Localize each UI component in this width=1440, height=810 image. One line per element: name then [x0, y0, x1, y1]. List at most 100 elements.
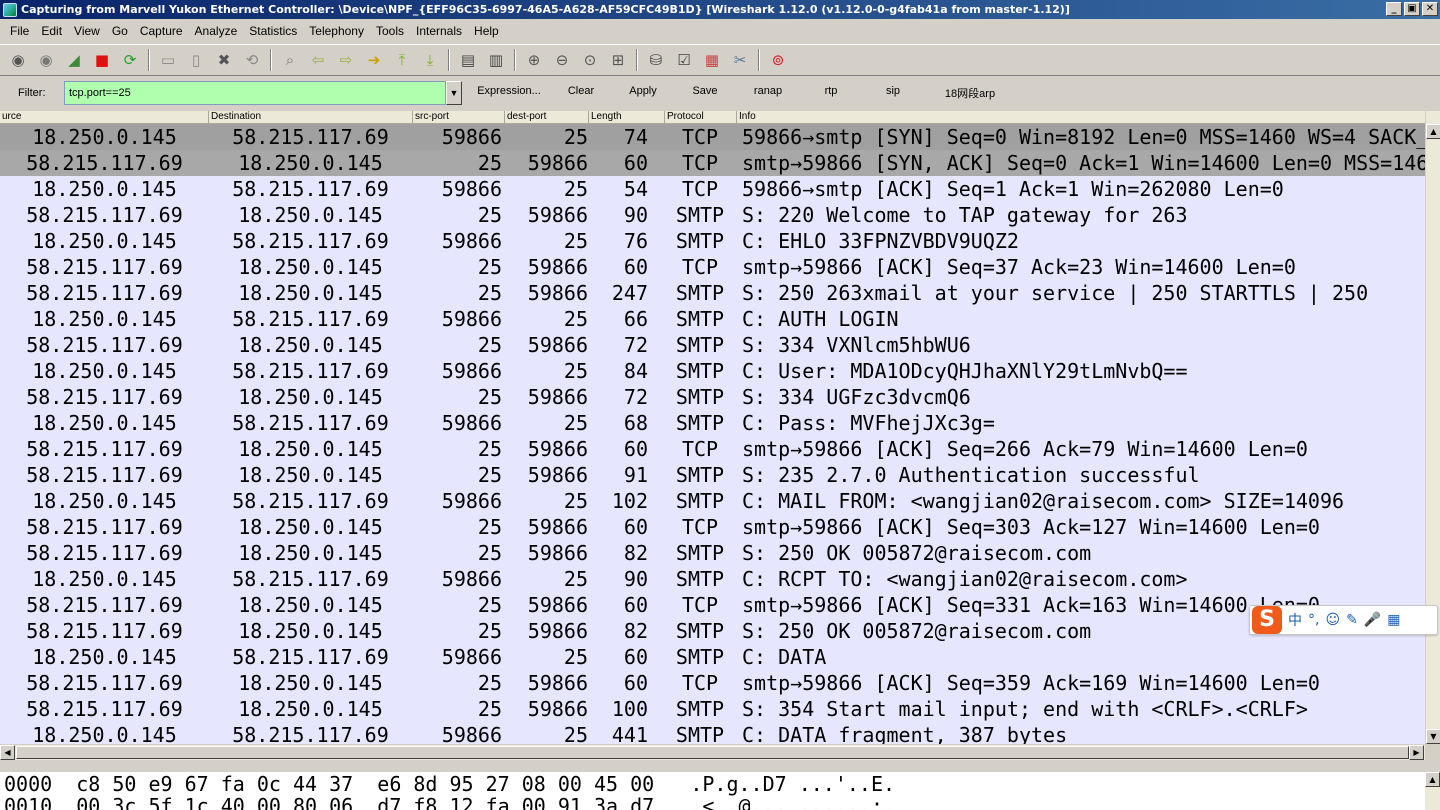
options-icon[interactable]: ◉ [34, 48, 58, 72]
pane-splitter[interactable] [0, 760, 1440, 772]
menu-telephony[interactable]: Telephony [303, 24, 370, 38]
last-packet-icon[interactable]: ⤓ [418, 48, 442, 72]
menu-statistics[interactable]: Statistics [243, 24, 303, 38]
packet-list-vertical-scrollbar[interactable]: ▲ ▼ [1425, 111, 1440, 744]
filter-button-2[interactable]: Apply [606, 85, 680, 101]
packet-row[interactable]: 58.215.117.69 18.250.0.145 25 59866 60 TCP smt… [0, 514, 1425, 540]
resize-columns-icon[interactable]: ⊞ [606, 48, 630, 72]
restore-button[interactable]: ▣ [1404, 2, 1420, 16]
help-icon[interactable]: ⊚ [766, 48, 790, 72]
column-header-5[interactable]: Protocol [664, 111, 736, 123]
capture-filters-icon[interactable]: ⛁ [644, 48, 668, 72]
reload-icon[interactable]: ⟲ [240, 48, 264, 72]
ime-emoji-icon[interactable]: ☺ [1325, 612, 1340, 628]
menu-edit[interactable]: Edit [35, 24, 68, 38]
column-header-6[interactable]: Info [736, 111, 1425, 123]
packet-row[interactable]: 18.250.0.145 58.215.117.69 59866 25 441 SMTP C… [0, 722, 1425, 744]
packet-row[interactable]: 18.250.0.145 58.215.117.69 59866 25 76 SMTP C:… [0, 228, 1425, 254]
packet-row[interactable]: 58.215.117.69 18.250.0.145 25 59866 60 TCP smt… [0, 150, 1425, 176]
forward-icon[interactable]: ⇨ [334, 48, 358, 72]
display-filters-icon[interactable]: ☑ [672, 48, 696, 72]
find-icon[interactable]: ⌕ [278, 48, 302, 72]
filter-button-3[interactable]: Save [680, 85, 730, 101]
ime-chinese-mode[interactable]: 中 [1288, 610, 1302, 630]
open-icon[interactable]: ▭ [156, 48, 180, 72]
zoom-in-icon[interactable]: ⊕ [522, 48, 546, 72]
packet-row[interactable]: 58.215.117.69 18.250.0.145 25 59866 82 SMTP S:… [0, 540, 1425, 566]
src-port-cell: 25 [477, 281, 502, 305]
autoscroll-icon[interactable]: ▥ [484, 48, 508, 72]
packet-row[interactable]: 18.250.0.145 58.215.117.69 59866 25 74 TCP 598… [0, 124, 1425, 150]
filter-input[interactable] [64, 81, 446, 105]
filter-button-7[interactable]: 18网段arp [930, 85, 1010, 101]
scroll-right-arrow-icon[interactable]: ▶ [1409, 745, 1424, 760]
save-icon[interactable]: ▯ [184, 48, 208, 72]
packet-row[interactable]: 58.215.117.69 18.250.0.145 25 59866 100 SMTP S… [0, 696, 1425, 722]
packet-row[interactable]: 58.215.117.69 18.250.0.145 25 59866 82 SMTP S:… [0, 618, 1425, 644]
packet-row[interactable]: 18.250.0.145 58.215.117.69 59866 25 90 SMTP C:… [0, 566, 1425, 592]
packet-row[interactable]: 58.215.117.69 18.250.0.145 25 59866 91 SMTP S:… [0, 462, 1425, 488]
zoom-out-icon[interactable]: ⊖ [550, 48, 574, 72]
minimize-button[interactable]: _ [1386, 2, 1402, 16]
menu-file[interactable]: File [4, 24, 35, 38]
scroll-up-arrow-icon[interactable]: ▲ [1426, 124, 1440, 139]
src-port-cell: 25 [477, 203, 502, 227]
filter-dropdown-button[interactable]: ▼ [446, 81, 462, 105]
packet-row[interactable]: 58.215.117.69 18.250.0.145 25 59866 60 TCP smt… [0, 436, 1425, 462]
ime-handwriting-icon[interactable]: ✎ [1346, 612, 1358, 628]
bytes-pane-scrollbar[interactable]: ▲ [1425, 772, 1440, 810]
close-file-icon[interactable]: ✖ [212, 48, 236, 72]
horizontal-scroll-thumb[interactable] [16, 746, 1409, 759]
scroll-down-arrow-icon[interactable]: ▼ [1426, 729, 1440, 744]
ime-voice-icon[interactable]: 🎤 [1364, 612, 1381, 628]
filter-button-4[interactable]: ranap [730, 85, 806, 101]
filter-button-0[interactable]: Expression... [474, 85, 544, 101]
packet-row[interactable]: 58.215.117.69 18.250.0.145 25 59866 60 TCP smt… [0, 254, 1425, 280]
menu-go[interactable]: Go [106, 24, 134, 38]
first-packet-icon[interactable]: ⤒ [390, 48, 414, 72]
column-header-0[interactable]: urce [0, 111, 208, 123]
filter-button-5[interactable]: rtp [806, 85, 856, 101]
column-header-2[interactable]: src-port [412, 111, 504, 123]
column-header-3[interactable]: dest-port [504, 111, 588, 123]
filter-button-1[interactable]: Clear [556, 85, 606, 101]
column-header-4[interactable]: Length [588, 111, 664, 123]
packet-list-horizontal-scrollbar[interactable]: ◀ ▶ [0, 744, 1425, 760]
packet-row[interactable]: 18.250.0.145 58.215.117.69 59866 25 60 SMTP C:… [0, 644, 1425, 670]
sogou-logo-icon[interactable]: S [1252, 606, 1282, 634]
menu-analyze[interactable]: Analyze [189, 24, 244, 38]
preferences-icon[interactable]: ✂ [728, 48, 752, 72]
interfaces-icon[interactable]: ◉ [6, 48, 30, 72]
packet-row[interactable]: 18.250.0.145 58.215.117.69 59866 25 68 SMTP C:… [0, 410, 1425, 436]
colorize-icon[interactable]: ▤ [456, 48, 480, 72]
start-capture-icon[interactable]: ◢ [62, 48, 86, 72]
packet-row[interactable]: 18.250.0.145 58.215.117.69 59866 25 66 SMTP C:… [0, 306, 1425, 332]
ime-toolbox-icon[interactable]: ▦ [1387, 612, 1400, 628]
back-icon[interactable]: ⇦ [306, 48, 330, 72]
filter-button-6[interactable]: sip [856, 85, 930, 101]
scroll-up-arrow-icon[interactable]: ▲ [1425, 772, 1440, 787]
menu-help[interactable]: Help [468, 24, 505, 38]
menu-view[interactable]: View [68, 24, 106, 38]
scroll-left-arrow-icon[interactable]: ◀ [0, 745, 15, 760]
packet-row[interactable]: 18.250.0.145 58.215.117.69 59866 25 54 TCP 598… [0, 176, 1425, 202]
packet-row[interactable]: 58.215.117.69 18.250.0.145 25 59866 60 TCP smt… [0, 670, 1425, 696]
column-header-1[interactable]: Destination [208, 111, 412, 123]
close-button[interactable]: ✕ [1422, 2, 1438, 16]
menu-internals[interactable]: Internals [410, 24, 468, 38]
packet-row[interactable]: 58.215.117.69 18.250.0.145 25 59866 247 SMTP S… [0, 280, 1425, 306]
packet-row[interactable]: 18.250.0.145 58.215.117.69 59866 25 84 SMTP C:… [0, 358, 1425, 384]
packet-row[interactable]: 18.250.0.145 58.215.117.69 59866 25 102 SMTP C… [0, 488, 1425, 514]
restart-capture-icon[interactable]: ⟳ [118, 48, 142, 72]
goto-icon[interactable]: ➔ [362, 48, 386, 72]
zoom-normal-icon[interactable]: ⊙ [578, 48, 602, 72]
menu-capture[interactable]: Capture [134, 24, 189, 38]
menu-tools[interactable]: Tools [370, 24, 410, 38]
ime-punctuation-icon[interactable]: °, [1308, 612, 1319, 628]
packet-row[interactable]: 58.215.117.69 18.250.0.145 25 59866 60 TCP smt… [0, 592, 1425, 618]
coloring-rules-icon[interactable]: ▦ [700, 48, 724, 72]
packet-row[interactable]: 58.215.117.69 18.250.0.145 25 59866 72 SMTP S:… [0, 384, 1425, 410]
stop-capture-icon[interactable]: ■ [90, 48, 114, 72]
packet-row[interactable]: 58.215.117.69 18.250.0.145 25 59866 72 SMTP S:… [0, 332, 1425, 358]
packet-row[interactable]: 58.215.117.69 18.250.0.145 25 59866 90 SMTP S:… [0, 202, 1425, 228]
